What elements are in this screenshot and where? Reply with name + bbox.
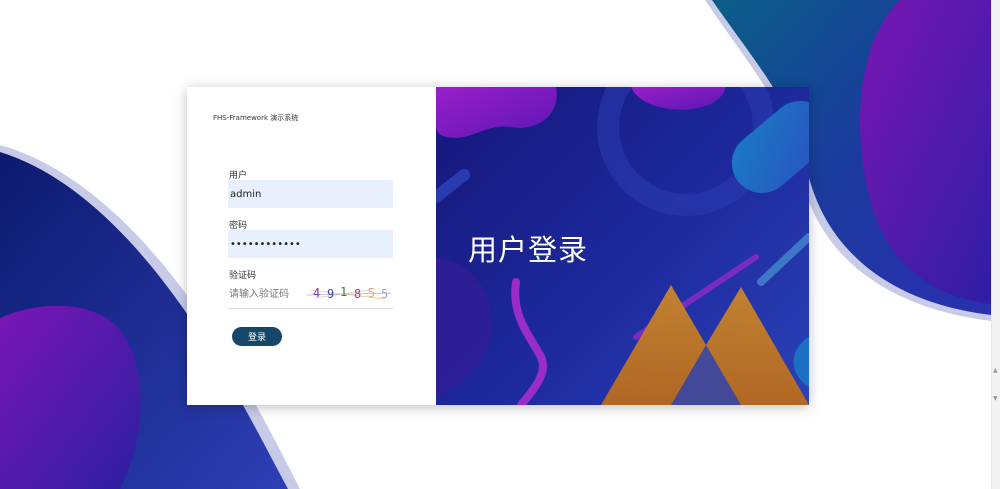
captcha-char: 5: [381, 287, 389, 301]
login-card: FHS-Framework 演示系统 用户 密码 验证码 4 9 1 8 5 5: [187, 87, 809, 405]
captcha-char: 5: [368, 286, 376, 300]
captcha-char: 9: [327, 287, 335, 301]
captcha-label: 验证码: [229, 271, 257, 281]
user-input[interactable]: [228, 180, 393, 208]
scroll-down-icon[interactable]: ▼: [993, 396, 999, 402]
captcha-char: 4: [313, 286, 321, 300]
captcha-char: 8: [354, 287, 362, 301]
hero-title: 用户登录: [468, 233, 589, 267]
captcha-image[interactable]: 4 9 1 8 5 5: [305, 285, 393, 302]
hero-panel: 用户登录: [436, 87, 809, 405]
login-button[interactable]: 登录: [232, 327, 282, 346]
password-input[interactable]: [228, 230, 393, 258]
captcha-row: 4 9 1 8 5 5: [228, 281, 393, 309]
scrollbar[interactable]: ▲ ▼: [991, 0, 1000, 489]
scroll-up-icon[interactable]: ▲: [993, 368, 999, 374]
login-form-panel: FHS-Framework 演示系统 用户 密码 验证码 4 9 1 8 5 5: [187, 87, 436, 405]
captcha-input[interactable]: [228, 281, 300, 308]
captcha-char: 1: [340, 285, 348, 299]
app-title: FHS-Framework 演示系统: [213, 114, 299, 122]
